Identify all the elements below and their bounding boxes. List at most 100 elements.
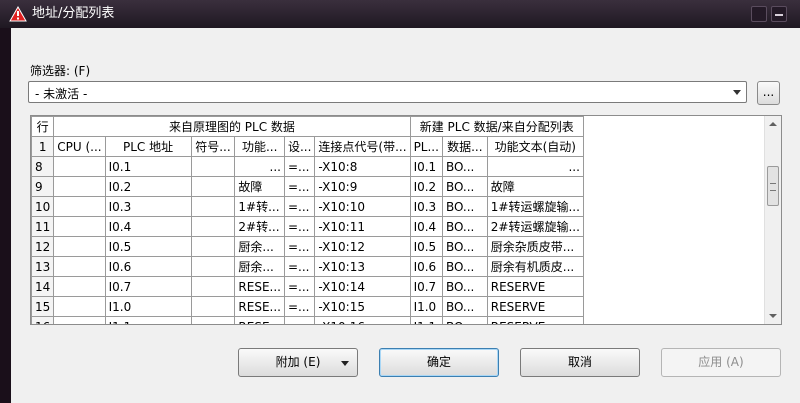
cell-function[interactable]: 1#转... (234, 196, 285, 217)
assignment-grid[interactable]: 行 来自原理图的 PLC 数据 新建 PLC 数据/来自分配列表 1 CPU (… (30, 115, 782, 325)
cell-device[interactable]: =... (283, 196, 316, 217)
col-header-device[interactable]: 设... (283, 136, 316, 157)
apply-button[interactable]: 应用 (A) (661, 348, 781, 377)
cell-symbol[interactable] (190, 176, 236, 197)
vertical-scrollbar[interactable] (764, 116, 781, 324)
cell-new-pl[interactable]: I0.5 (409, 236, 443, 257)
cell-cpu[interactable] (53, 236, 106, 257)
cancel-button[interactable]: 取消 (520, 348, 640, 377)
cell-function[interactable]: RESE... (234, 276, 285, 297)
minimize-button[interactable] (771, 6, 787, 22)
ok-button[interactable]: 确定 (379, 348, 499, 377)
cell-new-pl[interactable]: I1.1 (409, 316, 443, 324)
col-header-function-text[interactable]: 功能文本(自动) (486, 136, 584, 157)
table-row[interactable]: 16I1.1RESE...=...-X10:16I1.1BO...RESERVE (31, 316, 781, 324)
cell-cpu[interactable] (53, 156, 106, 177)
table-row[interactable]: 14 I0.7 RESE... =... -X10:14 I0.7 BO... RESERVE (31, 276, 781, 297)
col-header-connection[interactable]: 连接点代号(带... (314, 136, 411, 157)
cell-function[interactable]: RESE... (234, 316, 285, 324)
cell-symbol[interactable] (190, 256, 236, 277)
cell-data-type[interactable]: BO... (441, 216, 488, 237)
cell-symbol[interactable] (190, 196, 236, 217)
cell-cpu[interactable] (53, 296, 106, 317)
cell-connection[interactable]: -X10:16 (314, 316, 411, 324)
cell-function[interactable]: ... (234, 156, 285, 177)
cell-plc-address[interactable]: I0.5 (104, 236, 192, 257)
cell-function-text[interactable]: RESERVE (486, 296, 584, 317)
cell-cpu[interactable] (53, 256, 106, 277)
cell-data-type[interactable]: BO... (441, 176, 488, 197)
scroll-thumb[interactable] (767, 166, 779, 206)
cell-symbol[interactable] (190, 236, 236, 257)
table-row[interactable]: 9 I0.2 故障 =... -X10:9 I0.2 BO... 故障 (31, 176, 781, 197)
cell-plc-address[interactable]: I0.1 (104, 156, 192, 177)
cell-plc-address[interactable]: I0.7 (104, 276, 192, 297)
cell-device[interactable]: =... (283, 156, 316, 177)
cell-device[interactable]: =... (283, 256, 316, 277)
cell-data-type[interactable]: BO... (441, 196, 488, 217)
col-header-data-type[interactable]: 数据... (441, 136, 488, 157)
cell-function-text[interactable]: RESERVE (486, 316, 584, 324)
cell-data-type[interactable]: BO... (441, 296, 488, 317)
cell-connection[interactable]: -X10:9 (314, 176, 411, 197)
cell-cpu[interactable] (53, 196, 106, 217)
table-row[interactable]: 13 I0.6 厨余... =... -X10:13 I0.6 BO... 厨余有机质皮... (31, 256, 781, 277)
cell-function-text[interactable]: 2#转运螺旋输... (486, 216, 584, 237)
cell-function-text[interactable]: 故障 (486, 176, 584, 197)
cell-plc-address[interactable]: I0.3 (104, 196, 192, 217)
cell-data-type[interactable]: BO... (441, 156, 488, 177)
cell-new-pl[interactable]: I0.6 (409, 256, 443, 277)
cell-plc-address[interactable]: I0.2 (104, 176, 192, 197)
cell-cpu[interactable] (53, 276, 106, 297)
col-header-new-pl[interactable]: PL... (409, 136, 443, 157)
cell-function-text[interactable]: 厨余有机质皮... (486, 256, 584, 277)
filter-more-button[interactable]: ... (757, 81, 780, 105)
cell-function[interactable]: 厨余... (234, 256, 285, 277)
col-header-cpu[interactable]: CPU (... (53, 136, 106, 157)
cell-connection[interactable]: -X10:12 (314, 236, 411, 257)
cell-cpu[interactable] (53, 216, 106, 237)
cell-new-pl[interactable]: I0.2 (409, 176, 443, 197)
cell-plc-address[interactable]: I1.0 (104, 296, 192, 317)
cell-data-type[interactable]: BO... (441, 256, 488, 277)
chevron-down-icon[interactable] (733, 90, 741, 95)
cell-connection[interactable]: -X10:14 (314, 276, 411, 297)
cell-device[interactable]: =... (283, 216, 316, 237)
cell-plc-address[interactable]: I0.4 (104, 216, 192, 237)
cell-device[interactable]: =... (283, 316, 316, 324)
cell-connection[interactable]: -X10:15 (314, 296, 411, 317)
table-row[interactable]: 15 I1.0 RESE... =... -X10:15 I1.0 BO... RESERVE (31, 296, 781, 317)
chevron-down-icon[interactable] (341, 361, 349, 366)
add-button[interactable]: 附加 (E) (238, 348, 358, 377)
cell-device[interactable]: =... (283, 236, 316, 257)
cell-symbol[interactable] (190, 316, 236, 324)
cell-function[interactable]: 故障 (234, 176, 285, 197)
cell-function-text[interactable]: 1#转运螺旋输... (486, 196, 584, 217)
cell-function[interactable]: 厨余... (234, 236, 285, 257)
cell-cpu[interactable] (53, 176, 106, 197)
cell-function-text[interactable]: RESERVE (486, 276, 584, 297)
cell-new-pl[interactable]: I0.7 (409, 276, 443, 297)
cell-plc-address[interactable]: I0.6 (104, 256, 192, 277)
cell-data-type[interactable]: BO... (441, 276, 488, 297)
cell-symbol[interactable] (190, 216, 236, 237)
cell-symbol[interactable] (190, 156, 236, 177)
cell-connection[interactable]: -X10:11 (314, 216, 411, 237)
cell-new-pl[interactable]: I0.3 (409, 196, 443, 217)
col-header-function[interactable]: 功能... (234, 136, 285, 157)
cell-function[interactable]: RESE... (234, 296, 285, 317)
table-row[interactable]: 8 I0.1... =... -X10:8 I0.1 BO...... (31, 156, 781, 177)
cell-function-text[interactable]: ... (486, 156, 584, 177)
cell-device[interactable]: =... (283, 276, 316, 297)
table-row[interactable]: 10 I0.3 1#转... =... -X10:10 I0.3 BO... 1#转运螺旋输.… (31, 196, 781, 217)
cell-function[interactable]: 2#转... (234, 216, 285, 237)
cell-data-type[interactable]: BO... (441, 236, 488, 257)
cell-symbol[interactable] (190, 296, 236, 317)
cell-symbol[interactable] (190, 276, 236, 297)
cell-new-pl[interactable]: I0.1 (409, 156, 443, 177)
col-header-plc-address[interactable]: PLC 地址 (104, 136, 192, 157)
title-bar[interactable]: 地址/分配列表 (0, 0, 800, 28)
title-bar-button[interactable] (751, 6, 767, 22)
cell-connection[interactable]: -X10:10 (314, 196, 411, 217)
cell-new-pl[interactable]: I1.0 (409, 296, 443, 317)
